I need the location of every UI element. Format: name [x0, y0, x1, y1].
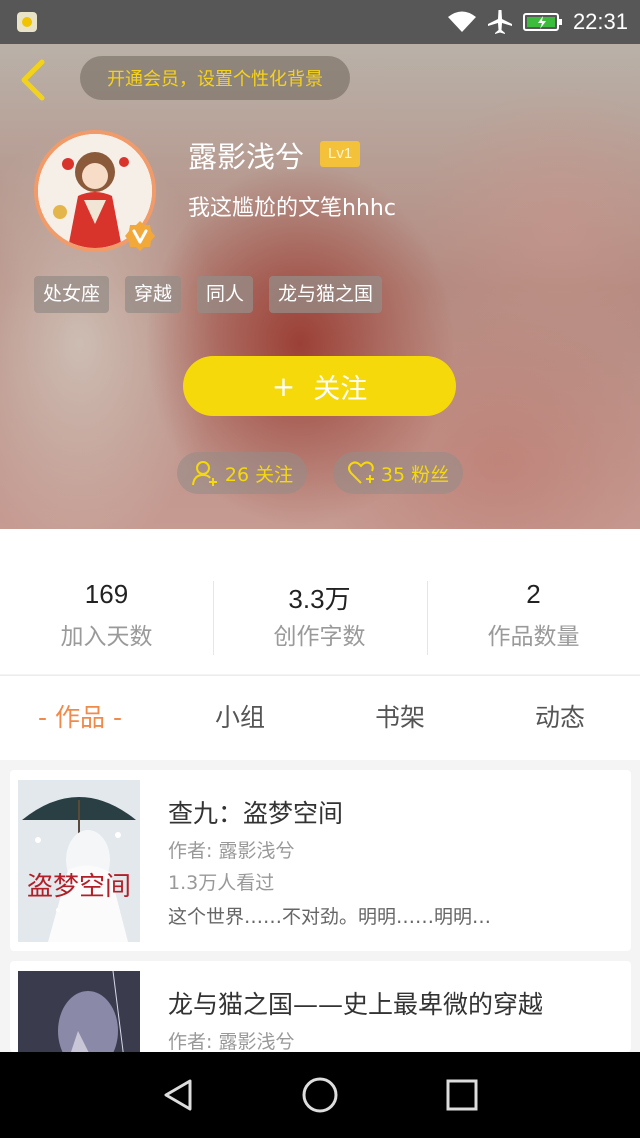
- follow-label: 关注: [313, 373, 368, 405]
- tab-activity[interactable]: 动态: [480, 698, 640, 734]
- app-notification-icon: [17, 12, 37, 32]
- follow-button[interactable]: + 关注: [183, 356, 456, 416]
- tab-works[interactable]: - 作品 -: [0, 698, 160, 734]
- profile-header: 开通会员，设置个性化背景 露影浅兮 Lv1 我这尴尬的文笔hhhc 处女座 穿越…: [0, 44, 640, 529]
- verified-v-icon: [125, 221, 155, 251]
- stat-value: 169: [84, 579, 129, 609]
- work-card[interactable]: 龙与猫之国——史上最卑微的穿越 作者: 露影浅兮: [10, 961, 631, 1052]
- back-triangle-icon[interactable]: [158, 1075, 198, 1115]
- fans-count-button[interactable]: 35 粉丝: [333, 452, 463, 494]
- wifi-icon: [447, 11, 476, 32]
- tag-item[interactable]: 同人: [197, 276, 254, 313]
- battery-icon: [522, 13, 562, 31]
- back-button[interactable]: [14, 58, 54, 102]
- work-summary: 这个世界……不对劲。明明……明明…: [168, 906, 492, 928]
- fans-count: 35 粉丝: [380, 463, 450, 486]
- recents-square-icon[interactable]: [442, 1075, 482, 1115]
- airplane-icon: [487, 10, 512, 34]
- stat-word-count: 3.3万 创作字数: [213, 579, 426, 651]
- cover-title-text: 盗梦空间: [27, 872, 131, 902]
- tag-list: 处女座 穿越 同人 龙与猫之国: [34, 276, 383, 313]
- status-bar: 22:31: [0, 0, 640, 44]
- status-icons: 22:31: [447, 8, 628, 36]
- stat-days-joined: 169 加入天数: [0, 579, 213, 651]
- work-title: 龙与猫之国——史上最卑微的穿越: [168, 990, 544, 1019]
- book-cover-illustration: [18, 971, 140, 1052]
- tab-groups[interactable]: 小组: [160, 698, 320, 734]
- stat-label: 创作字数: [273, 624, 366, 650]
- work-author: 作者: 露影浅兮: [168, 1031, 295, 1052]
- work-views: 1.3万人看过: [168, 872, 275, 894]
- book-cover[interactable]: [18, 971, 140, 1052]
- stats-panel: 169 加入天数 3.3万 创作字数 2 作品数量: [0, 529, 640, 674]
- tag-item[interactable]: 龙与猫之国: [269, 276, 383, 313]
- stat-label: 加入天数: [60, 624, 153, 650]
- tag-item[interactable]: 穿越: [125, 276, 182, 313]
- stat-value: 2: [526, 579, 541, 609]
- work-title: 查九：盗梦空间: [168, 799, 344, 828]
- heart-plus-icon: [347, 461, 374, 484]
- work-card[interactable]: 盗梦空间 查九：盗梦空间 作者: 露影浅兮 1.3万人看过 这个世界……不对劲。…: [10, 770, 631, 951]
- stat-work-count: 2 作品数量: [427, 579, 640, 651]
- tab-bookshelf[interactable]: 书架: [320, 698, 480, 734]
- book-cover-illustration: 盗梦空间: [18, 780, 140, 942]
- system-navigation-bar: [0, 1052, 640, 1138]
- avatar-wrapper[interactable]: [34, 130, 156, 252]
- tag-item[interactable]: 处女座: [34, 276, 110, 313]
- following-count: 26 关注: [224, 463, 294, 486]
- level-badge: Lv1: [320, 141, 361, 167]
- home-circle-icon[interactable]: [300, 1075, 340, 1115]
- status-time: 22:31: [572, 9, 628, 34]
- username: 露影浅兮: [188, 140, 305, 174]
- chevron-left-icon: [21, 59, 45, 101]
- stat-value: 3.3万: [288, 584, 351, 614]
- signature: 我这尴尬的文笔hhhc: [188, 196, 396, 221]
- profile-tabs: - 作品 - 小组 书架 动态: [0, 675, 640, 760]
- stat-label: 作品数量: [487, 624, 580, 650]
- work-author: 作者: 露影浅兮: [168, 840, 295, 862]
- following-count-button[interactable]: 26 关注: [177, 452, 307, 494]
- plus-icon: +: [271, 369, 296, 403]
- vip-background-banner[interactable]: 开通会员，设置个性化背景: [80, 56, 350, 100]
- book-cover[interactable]: 盗梦空间: [18, 780, 140, 942]
- add-user-icon: [191, 461, 217, 486]
